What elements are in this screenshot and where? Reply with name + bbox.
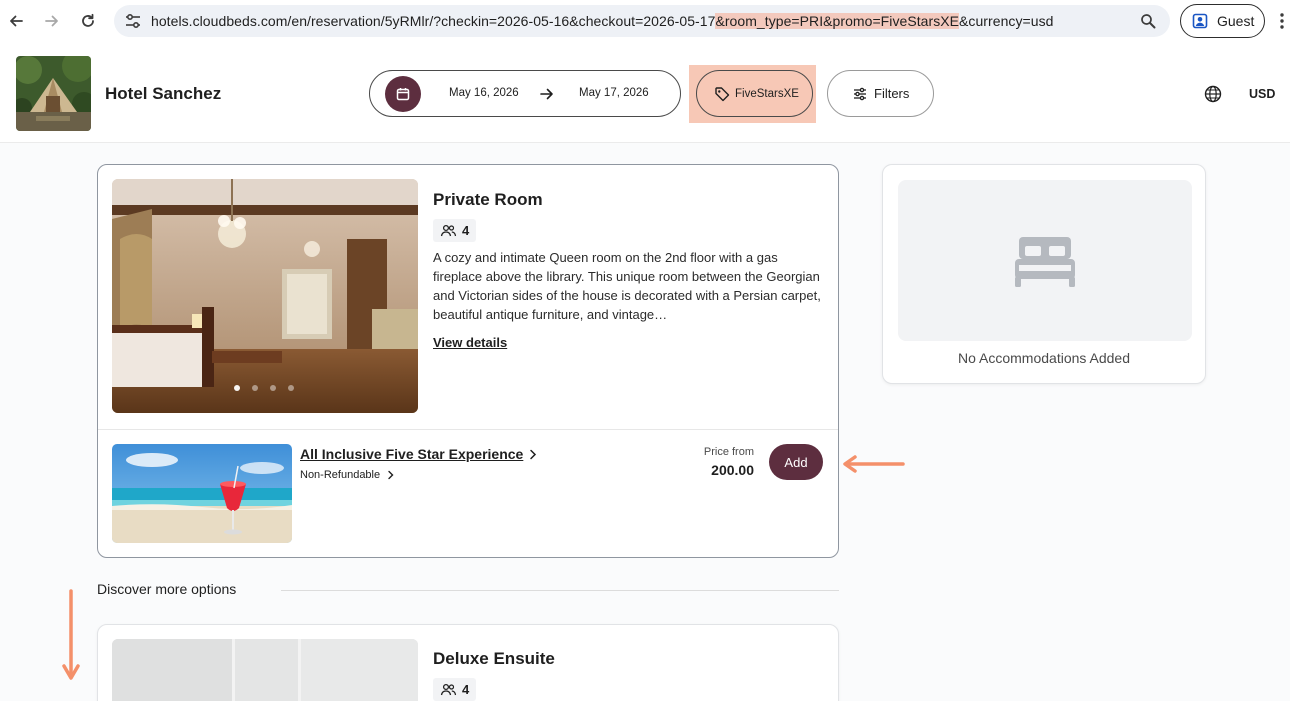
view-details-link[interactable]: View details: [433, 335, 507, 350]
cancellation-policy: Non-Refundable: [300, 469, 381, 481]
more-menu-icon[interactable]: [1280, 12, 1284, 30]
carousel-dot[interactable]: [270, 385, 276, 391]
calendar-icon: [396, 88, 410, 101]
site-settings-icon[interactable]: [124, 13, 142, 29]
url-prefix: hotels.cloudbeds.com/en/reservation/5yRM…: [151, 13, 716, 29]
globe-icon[interactable]: [1204, 85, 1222, 103]
hotel-logo[interactable]: [16, 56, 91, 131]
room-description: A cozy and intimate Queen room on the 2n…: [433, 250, 821, 322]
url-highlight: &room_type=PRI&promo=FiveStarsXE: [715, 13, 960, 29]
browser-toolbar: hotels.cloudbeds.com/en/reservation/5yRM…: [0, 0, 1290, 42]
url-suffix: &currency=usd: [959, 13, 1054, 29]
carousel-dot[interactable]: [252, 385, 258, 391]
room-photo-carousel[interactable]: [112, 639, 418, 701]
guest-count: 4: [462, 682, 470, 697]
divider: [98, 429, 838, 430]
room-photo-carousel[interactable]: [112, 179, 418, 413]
section-heading: Discover more options: [97, 581, 237, 597]
empty-state-text: No Accommodations Added: [958, 350, 1130, 366]
accommodations-placeholder: [898, 180, 1192, 341]
guest-count: 4: [462, 223, 470, 238]
checkin-date[interactable]: May 16, 2026: [449, 87, 519, 99]
guest-capacity-badge: 4: [433, 219, 477, 242]
room-title: Private Room: [433, 190, 543, 209]
guest-capacity-badge: 4: [433, 678, 477, 701]
bed-icon: [1015, 236, 1075, 287]
room-title: Deluxe Ensuite: [433, 649, 555, 668]
filters-icon: [854, 87, 866, 100]
carousel-dots[interactable]: [234, 385, 294, 391]
profile-label: Guest: [1217, 13, 1255, 29]
add-button[interactable]: Add: [769, 444, 823, 480]
currency-selector[interactable]: USD: [1249, 87, 1275, 101]
forward-icon[interactable]: [41, 10, 63, 32]
carousel-dot[interactable]: [234, 385, 240, 391]
room-card: Deluxe Ensuite 4: [97, 624, 839, 701]
rate-plan-name: All Inclusive Five Star Experience: [300, 446, 524, 462]
price-label: Price from: [703, 446, 754, 458]
filters-label: Filters: [874, 86, 910, 101]
chevron-right-icon: [388, 470, 394, 480]
reload-icon[interactable]: [77, 10, 99, 32]
rate-photo: [112, 444, 292, 543]
annotation-arrow-left-icon: [843, 455, 905, 473]
filters-button[interactable]: Filters: [827, 70, 934, 117]
url-text: hotels.cloudbeds.com/en/reservation/5yRM…: [151, 13, 1053, 29]
hotel-name[interactable]: Hotel Sanchez: [105, 84, 221, 104]
room-card: Private Room 4 A cozy and intimate Queen…: [97, 164, 839, 558]
back-icon[interactable]: [5, 10, 27, 32]
search-icon[interactable]: [1140, 13, 1156, 29]
profile-button[interactable]: Guest: [1180, 4, 1265, 38]
rate-plan-link[interactable]: All Inclusive Five Star Experience: [300, 446, 537, 462]
promo-code-label: FiveStarsXE: [735, 87, 799, 100]
carousel-dot[interactable]: [288, 385, 294, 391]
promo-code-button[interactable]: FiveStarsXE: [696, 70, 813, 117]
cancellation-policy-link[interactable]: Non-Refundable: [300, 469, 394, 481]
date-selector[interactable]: May 16, 2026 May 17, 2026: [369, 70, 681, 117]
guests-icon: [440, 224, 457, 237]
accommodations-summary: No Accommodations Added: [882, 164, 1206, 384]
calendar-button[interactable]: [385, 76, 421, 112]
chevron-right-icon: [530, 449, 537, 459]
guests-icon: [440, 683, 457, 696]
arrow-right-icon: [540, 88, 553, 100]
tag-icon: [715, 86, 730, 101]
booking-header: Hotel Sanchez May 16, 2026 May 17, 2026 …: [0, 42, 1290, 143]
divider: [281, 590, 839, 591]
person-icon: [1192, 13, 1208, 29]
address-bar[interactable]: hotels.cloudbeds.com/en/reservation/5yRM…: [114, 5, 1170, 37]
annotation-arrow-down-icon: [62, 589, 80, 680]
price-value: 200.00: [711, 462, 754, 478]
checkout-date[interactable]: May 17, 2026: [579, 87, 649, 99]
